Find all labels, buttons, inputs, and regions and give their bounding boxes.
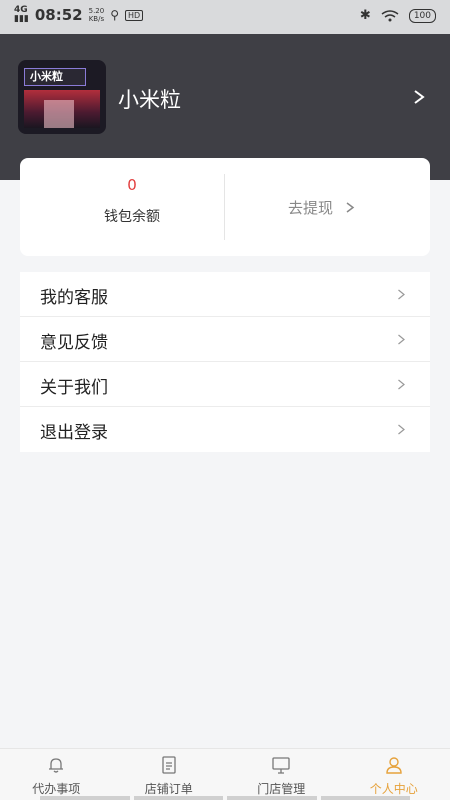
home-indicator — [0, 796, 450, 800]
tab-label: 个人中心 — [369, 782, 418, 796]
bluetooth-icon: ✱ — [359, 8, 371, 23]
user-name: 小米粒 — [118, 88, 181, 112]
tab-shop-orders[interactable]: 店铺订单 — [113, 749, 226, 800]
balance-value: 0 — [127, 176, 137, 194]
tab-label: 门店管理 — [257, 782, 306, 796]
chevron-right-icon — [346, 201, 355, 213]
usb-icon: ⚲ — [110, 8, 119, 22]
avatar-door — [44, 100, 74, 128]
battery-icon: 100 — [408, 8, 436, 23]
network-speed: 5.20 KB/s — [89, 7, 105, 23]
tab-store-management[interactable]: 门店管理 — [225, 749, 338, 800]
document-icon — [162, 756, 176, 774]
wallet-card: 0 钱包余额 去提现 — [20, 158, 430, 256]
network-speed-value: 5.20 — [88, 7, 105, 15]
menu-item-customer-service[interactable]: 我的客服 — [20, 272, 430, 317]
monitor-icon — [272, 757, 290, 774]
menu-item-label: 关于我们 — [40, 378, 108, 398]
chevron-right-icon — [398, 379, 405, 390]
menu-item-label: 我的客服 — [40, 288, 108, 308]
chevron-right-icon — [398, 289, 405, 300]
network-speed-unit: KB/s — [88, 15, 105, 23]
chevron-right-icon — [398, 334, 405, 345]
avatar[interactable]: 小米粒 — [18, 60, 106, 134]
status-time: 08:52 — [34, 6, 83, 24]
tab-label: 代办事项 — [32, 782, 81, 796]
wifi-icon — [381, 9, 399, 21]
balance-label: 钱包余额 — [104, 209, 160, 225]
menu-item-label: 退出登录 — [40, 423, 108, 443]
network-type: 4G — [14, 5, 28, 15]
settings-menu: 我的客服 意见反馈 关于我们 退出登录 — [20, 272, 430, 452]
menu-item-logout[interactable]: 退出登录 — [20, 407, 430, 452]
tab-label: 店铺订单 — [144, 782, 193, 796]
withdraw-label: 去提现 — [287, 198, 333, 217]
bell-icon — [49, 758, 64, 773]
status-bar: 4G ▮▮▮ 08:52 5.20 KB/s ⚲ HD ✱ 100 — [0, 0, 450, 34]
chevron-right-icon — [398, 424, 405, 435]
battery-level: 100 — [413, 10, 431, 21]
menu-item-feedback[interactable]: 意见反馈 — [20, 317, 430, 362]
chevron-right-icon[interactable] — [412, 90, 426, 104]
bottom-tab-bar: 代办事项 店铺订单 门店管理 个人中心 — [0, 748, 450, 800]
avatar-sign-text: 小米粒 — [30, 70, 63, 83]
menu-item-about-us[interactable]: 关于我们 — [20, 362, 430, 407]
tab-personal-center[interactable]: 个人中心 — [338, 749, 450, 800]
tab-todo[interactable]: 代办事项 — [0, 749, 113, 800]
signal-icon: 4G ▮▮▮ — [14, 5, 29, 24]
menu-item-label: 意见反馈 — [40, 333, 108, 353]
withdraw-button[interactable]: 去提现 — [244, 158, 430, 256]
hd-badge: HD — [125, 9, 144, 21]
wallet-divider — [224, 174, 225, 240]
person-icon — [386, 757, 402, 774]
